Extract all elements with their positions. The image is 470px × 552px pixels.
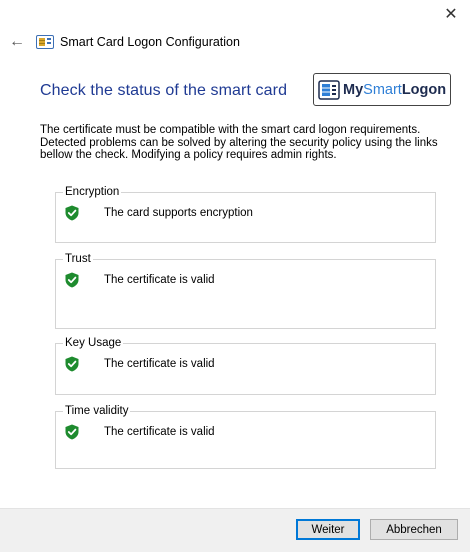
group-label-time-validity: Time validity	[63, 404, 131, 418]
smart-card-icon	[36, 35, 54, 49]
status-text: The certificate is valid	[104, 358, 215, 370]
logo-wordmark: MySmartLogon	[343, 81, 447, 98]
close-button[interactable]: ✕	[436, 2, 466, 26]
mysmartlogon-logo: MySmartLogon	[313, 73, 451, 106]
time-validity-group: Time validity The certificate is valid	[55, 404, 436, 469]
close-icon: ✕	[444, 6, 458, 23]
status-text: The certificate is valid	[104, 426, 215, 438]
group-label-trust: Trust	[63, 252, 93, 266]
group-label-key-usage: Key Usage	[63, 336, 124, 350]
status-row: The certificate is valid	[65, 356, 215, 372]
group-label-encryption: Encryption	[63, 185, 122, 199]
logo-card-icon	[318, 79, 340, 100]
window-title: Smart Card Logon Configuration	[60, 35, 240, 49]
status-row: The certificate is valid	[65, 272, 215, 288]
title-bar: ← Smart Card Logon Configuration	[0, 28, 470, 56]
back-arrow-icon: ←	[9, 33, 25, 50]
next-button[interactable]: Weiter	[296, 519, 360, 540]
status-text: The card supports encryption	[104, 207, 253, 219]
encryption-group: Encryption The card supports encryption	[55, 185, 436, 243]
page-title: Check the status of the smart card	[40, 82, 288, 99]
back-button[interactable]: ←	[2, 28, 32, 56]
status-row: The card supports encryption	[65, 205, 253, 221]
status-text: The certificate is valid	[104, 274, 215, 286]
key-usage-group: Key Usage The certificate is valid	[55, 336, 436, 395]
green-shield-check-icon	[65, 272, 79, 288]
trust-group: Trust The certificate is valid	[55, 252, 436, 329]
footer-bar: Weiter Abbrechen	[0, 508, 470, 552]
green-shield-check-icon	[65, 205, 79, 221]
description-text: The certificate must be compatible with …	[40, 124, 438, 161]
green-shield-check-icon	[65, 356, 79, 372]
status-row: The certificate is valid	[65, 424, 215, 440]
cancel-button[interactable]: Abbrechen	[370, 519, 458, 540]
green-shield-check-icon	[65, 424, 79, 440]
